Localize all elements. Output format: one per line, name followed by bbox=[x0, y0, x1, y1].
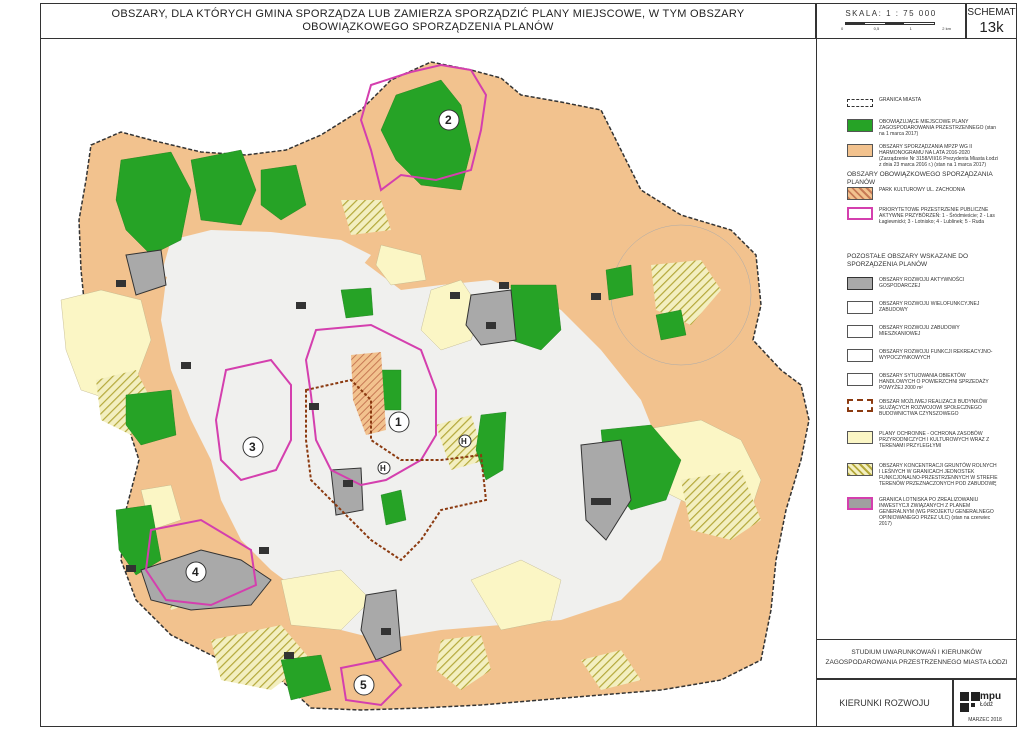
legend-item: PRIORYTETOWE PRZESTRZENIE PUBLICZNE AKTY… bbox=[847, 207, 999, 225]
map-date: MARZEC 2018 bbox=[968, 717, 1002, 723]
legend-item: OBSZARY ROZWOJU FUNKCJI REKREACYJNO-WYPO… bbox=[847, 349, 999, 362]
plans-in-progress-swatch bbox=[847, 144, 873, 157]
legend-label: OBSZARY SPORZĄDZANIA MPZP WG II HARMONOG… bbox=[879, 144, 998, 168]
legend-item: GRANICA LOTNISKA PO ZREALIZOWANIU INWEST… bbox=[847, 497, 999, 527]
legend-label: GRANICA LOTNISKA PO ZREALIZOWANIU INWEST… bbox=[879, 497, 994, 527]
legend-section-title: OBSZARY OBOWIĄZKOWEGO SPORZĄDZANIA PLANÓ… bbox=[847, 171, 993, 186]
legend-label: OBSZARY ROZWOJU FUNKCJI REKREACYJNO-WYPO… bbox=[879, 349, 993, 361]
zone-label-2: 2 bbox=[445, 113, 452, 127]
legend-label: PRIORYTETOWE PRZESTRZENIE PUBLICZNE AKTY… bbox=[879, 207, 995, 225]
legend-label: OBSZARY KONCENTRACJI GRUNTÓW ROLNYCH I L… bbox=[879, 463, 998, 487]
legend-item: OBSZAR MOŻLIWEJ REALIZACJI BUDYNKÓW SŁUŻ… bbox=[847, 399, 999, 417]
scale-label: SKALA: 1 : 75 000 bbox=[845, 9, 937, 18]
city-boundary-swatch bbox=[847, 99, 873, 107]
scale-tick: 0,5 bbox=[873, 26, 880, 31]
legend-section-title: POZOSTAŁE OBSZARY WSKAZANE DO SPORZĄDZEN… bbox=[847, 253, 968, 268]
legend-item: PARK KULTUROWY UL. ZACHODNIA bbox=[847, 187, 999, 200]
existing-plans-swatch bbox=[847, 119, 873, 132]
schemat-number: 13k bbox=[979, 19, 1004, 36]
zone-label-5: 5 bbox=[360, 678, 367, 692]
logo-sub: Łódź bbox=[980, 702, 994, 708]
logo-text: mpu Łódź bbox=[980, 692, 1001, 710]
schemat-box: SCHEMAT 13k bbox=[966, 3, 1017, 39]
airport-swatch bbox=[847, 497, 873, 510]
mpu-logo-icon bbox=[960, 692, 980, 712]
legend-label: PLANY OCHRONNE - OCHRONA ZASOBÓW PRZYROD… bbox=[879, 431, 990, 449]
legend-item: GRANICA MIASTA bbox=[847, 97, 999, 107]
legend-item: PLANY OCHRONNE - OCHRONA ZASOBÓW PRZYROD… bbox=[847, 431, 999, 449]
agricultural-swatch bbox=[847, 463, 873, 476]
legend-label: OBSZAR MOŻLIWEJ REALIZACJI BUDYNKÓW SŁUŻ… bbox=[879, 399, 988, 417]
scale-box: SKALA: 1 : 75 000 0 0,5 1 2 km bbox=[816, 3, 966, 39]
legend-label: GRANICA MIASTA bbox=[879, 97, 922, 103]
legend-item: OBSZARY KONCENTRACJI GRUNTÓW ROLNYCH I L… bbox=[847, 463, 999, 487]
study-title-box: STUDIUM UWARUNKOWAŃ I KIERUNKÓW ZAGOSPOD… bbox=[816, 639, 1017, 679]
trade-marker-label: H bbox=[461, 437, 467, 446]
legend-item: OBOWIĄZUJĄCE MIEJSCOWE PLANY ZAGOSPODARO… bbox=[847, 119, 999, 137]
economic-area-swatch bbox=[847, 277, 873, 290]
study-title: STUDIUM UWARUNKOWAŃ I KIERUNKÓW ZAGOSPOD… bbox=[825, 649, 1008, 666]
scale-ticks: 0 0,5 1 2 km bbox=[841, 26, 951, 31]
section-title-box: KIERUNKI ROZWOJU bbox=[816, 679, 953, 727]
legend-label: OBSZARY ROZWOJU AKTYWNOŚCI GOSPODARCZEJ bbox=[879, 277, 965, 289]
scale-tick: 0 bbox=[841, 26, 844, 31]
zone-label-4: 4 bbox=[192, 565, 199, 579]
legend-item: OBSZARY SPORZĄDZANIA MPZP WG II HARMONOG… bbox=[847, 144, 999, 168]
legend-item: OBSZARY ROZWOJU WIELOFUNKCYJNEJ ZABUDOWY bbox=[847, 301, 999, 314]
logo-box: mpu Łódź MARZEC 2018 bbox=[953, 679, 1017, 727]
legend-panel: GRANICA MIASTA OBOWIĄZUJĄCE MIEJSCOWE PL… bbox=[816, 39, 1017, 639]
cultural-park-swatch bbox=[847, 187, 873, 200]
legend-item: OBSZARY ROZWOJU ZABUDOWY MIESZKANIOWEJ bbox=[847, 325, 999, 338]
schemat-label: SCHEMAT bbox=[967, 7, 1016, 18]
legend-label: OBOWIĄZUJĄCE MIEJSCOWE PLANY ZAGOSPODARO… bbox=[879, 119, 997, 137]
priority-space-swatch bbox=[847, 207, 873, 220]
recreation-area-swatch bbox=[847, 349, 873, 362]
legend-label: OBSZARY SYTUOWANIA OBIEKTÓW HANDLOWYCH O… bbox=[879, 373, 989, 391]
multifunction-area-swatch bbox=[847, 301, 873, 314]
legend-item: OBSZARY SYTUOWANIA OBIEKTÓW HANDLOWYCH O… bbox=[847, 373, 999, 391]
housing-area-swatch bbox=[847, 325, 873, 338]
legend-label: OBSZARY ROZWOJU ZABUDOWY MIESZKANIOWEJ bbox=[879, 325, 960, 337]
scale-tick: 1 bbox=[909, 26, 912, 31]
map-title-box: OBSZARY, DLA KTÓRYCH GMINA SPORZĄDZA LUB… bbox=[40, 3, 816, 39]
legend-item: OBSZARY ROZWOJU AKTYWNOŚCI GOSPODARCZEJ bbox=[847, 277, 999, 290]
legend-label: OBSZARY ROZWOJU WIELOFUNKCYJNEJ ZABUDOWY bbox=[879, 301, 980, 313]
map-svg: 1 2 3 4 5 H H bbox=[60, 61, 810, 711]
legend-label: PARK KULTUROWY UL. ZACHODNIA bbox=[879, 187, 966, 193]
scale-tick: 2 km bbox=[942, 26, 951, 31]
zone-label-3: 3 bbox=[249, 440, 256, 454]
scale-bar bbox=[845, 22, 935, 25]
protective-plan-swatch bbox=[847, 431, 873, 444]
trade-marker-label: H bbox=[380, 464, 386, 473]
zone-label-1: 1 bbox=[395, 415, 402, 429]
section-title: KIERUNKI ROZWOJU bbox=[839, 698, 930, 708]
map-canvas[interactable]: 1 2 3 4 5 H H bbox=[41, 40, 816, 726]
social-housing-swatch bbox=[847, 399, 873, 412]
map-title: OBSZARY, DLA KTÓRYCH GMINA SPORZĄDZA LUB… bbox=[111, 8, 745, 33]
trade-object-swatch bbox=[847, 373, 873, 386]
